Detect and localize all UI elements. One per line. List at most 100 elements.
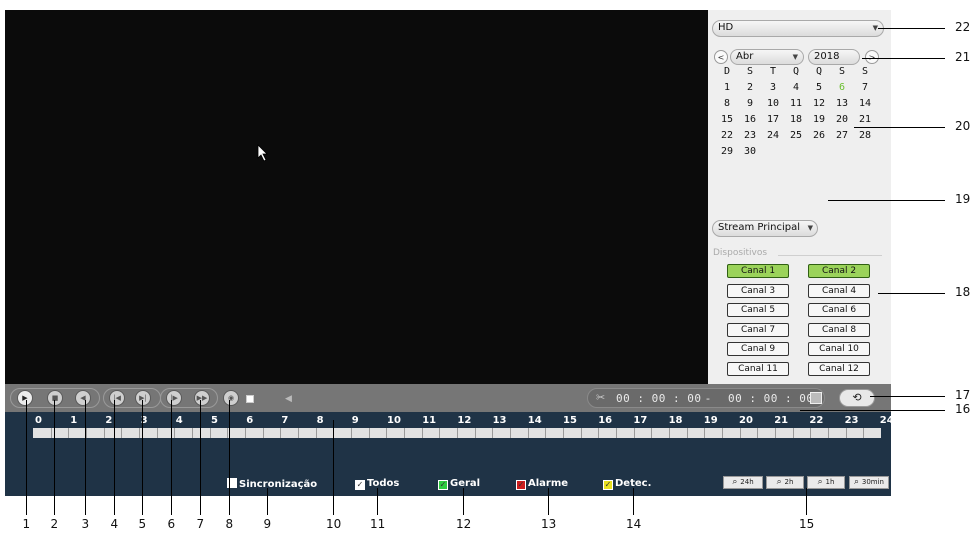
channel-button[interactable]: Canal 2 [808, 264, 870, 278]
callout-line [878, 28, 945, 29]
calendar-day[interactable]: 23 [739, 130, 761, 141]
sync-filter[interactable]: Sincronização [227, 478, 317, 490]
timeline-segment [121, 428, 123, 438]
timeline-segment [722, 428, 723, 438]
timeline-segment [828, 428, 829, 438]
checkmark-icon[interactable]: ✓ [438, 480, 448, 490]
reverse-play-button[interactable]: ◀ [75, 390, 91, 406]
calendar-day[interactable]: 25 [785, 130, 807, 141]
channel-button[interactable]: Canal 10 [808, 342, 870, 356]
year-select[interactable]: 2018 [808, 49, 860, 65]
calendar-day[interactable]: 21 [854, 114, 876, 125]
channel-button[interactable]: Canal 3 [727, 283, 789, 298]
calendar-day[interactable]: 20 [831, 114, 853, 125]
callout-line [200, 400, 201, 515]
timeline-track[interactable] [33, 428, 881, 438]
fast-play-button[interactable]: ▶▶ [194, 390, 210, 406]
calendar-day[interactable]: 17 [762, 114, 784, 125]
channel-button[interactable]: Canal 11 [727, 361, 789, 376]
timeline-segment [280, 428, 282, 438]
calendar-day[interactable]: 10 [762, 98, 784, 109]
timeline-hour-label: 10 [387, 415, 401, 426]
calendar-day[interactable]: 12 [808, 98, 830, 109]
callout-line [377, 488, 378, 515]
calendar-day[interactable]: 22 [716, 130, 738, 141]
calendar-day[interactable]: 2 [739, 82, 761, 93]
quality-select[interactable]: HD ▼ [712, 20, 884, 37]
checkmark-icon[interactable]: ✓ [516, 480, 526, 490]
timeline-hour-label: 0 [35, 415, 42, 426]
calendar-day[interactable]: 29 [716, 146, 738, 157]
month-select[interactable]: Abr ▼ [730, 49, 804, 65]
calendar-day[interactable]: 26 [808, 130, 830, 141]
refresh-button[interactable]: ⟲ [839, 389, 875, 407]
calendar-day[interactable]: 16 [739, 114, 761, 125]
callout-number: 2 [50, 517, 59, 531]
callout-line [854, 127, 945, 128]
general-filter[interactable]: ✓ Geral [438, 478, 480, 490]
calendar-day[interactable]: 24 [762, 130, 784, 141]
prev-month-button[interactable]: < [714, 50, 728, 64]
zoom-button[interactable]: ⌕ 24h [723, 476, 763, 489]
timeline-segment [86, 428, 87, 438]
smart-search-button[interactable]: ◉ [223, 390, 239, 406]
calendar-day[interactable]: 4 [785, 82, 807, 93]
timeline-segment [103, 428, 105, 438]
channel-button[interactable]: Canal 12 [808, 361, 870, 376]
calendar-day[interactable]: 7 [854, 82, 876, 93]
callout-line [828, 200, 945, 201]
channel-button[interactable]: Canal 6 [808, 303, 870, 317]
channel-button[interactable]: Canal 1 [727, 264, 789, 278]
previous-frame-button[interactable]: |◀ [109, 390, 125, 406]
calendar-day[interactable]: 13 [831, 98, 853, 109]
calendar-day[interactable]: 6 [831, 82, 853, 93]
slow-play-button[interactable]: |▶ [166, 390, 182, 406]
zoom-button[interactable]: ⌕ 30min [849, 476, 889, 489]
calendar-day[interactable]: 28 [854, 130, 876, 141]
timeline-segment [686, 428, 688, 438]
calendar-day[interactable]: 8 [716, 98, 738, 109]
stream-select[interactable]: Stream Principal ▼ [712, 220, 818, 237]
alarm-filter[interactable]: ✓ Alarme [516, 478, 568, 490]
channel-button[interactable]: Canal 7 [727, 322, 789, 337]
calendar-day[interactable]: 3 [762, 82, 784, 93]
zoom-button[interactable]: ⌕ 1h [807, 476, 845, 489]
calendar-day[interactable]: 1 [716, 82, 738, 93]
calendar-day[interactable]: 14 [854, 98, 876, 109]
calendar-day[interactable]: 19 [808, 114, 830, 125]
timeline-segment [510, 428, 511, 438]
timeline-segment [792, 428, 794, 438]
fullscreen-icon[interactable] [246, 395, 254, 403]
timeline-segment [262, 428, 264, 438]
channel-button[interactable]: Canal 9 [727, 342, 789, 356]
timeline-segment [421, 428, 423, 438]
timeline-hour-label: 16 [598, 415, 613, 426]
callout-line [26, 400, 27, 515]
timeline-hour-label: 18 [668, 415, 683, 426]
next-frame-button[interactable]: ▶| [135, 390, 151, 406]
checkmark-icon[interactable]: ✓ [603, 480, 613, 490]
channel-button[interactable]: Canal 8 [808, 322, 870, 337]
calendar-day[interactable]: 9 [739, 98, 761, 109]
magnifier-icon: ⌕ [853, 477, 862, 487]
checkmark-icon[interactable]: ✓ [355, 480, 365, 490]
save-icon[interactable] [810, 392, 822, 404]
calendar-day[interactable]: 5 [808, 82, 830, 93]
speaker-icon[interactable]: ◀ [285, 394, 292, 404]
zoom-button[interactable]: ⌕ 2h [766, 476, 804, 489]
callout-line [54, 400, 55, 515]
channel-button[interactable]: Canal 4 [808, 283, 870, 298]
clip-icon[interactable]: ✂ [596, 391, 605, 404]
calendar-day[interactable]: 27 [831, 130, 853, 141]
play-button[interactable]: ▶ [17, 390, 33, 406]
stop-button[interactable]: ■ [47, 390, 63, 406]
calendar-day[interactable]: 30 [739, 146, 761, 157]
next-month-button[interactable]: > [865, 50, 879, 64]
calendar-day[interactable]: 15 [716, 114, 738, 125]
calendar-day[interactable]: 18 [785, 114, 807, 125]
channel-button[interactable]: Canal 5 [727, 303, 789, 317]
video-playback-area[interactable] [5, 10, 708, 384]
calendar-day[interactable]: 11 [785, 98, 807, 109]
timeline-hour-label: 24 [879, 415, 894, 426]
detect-filter[interactable]: ✓ Detec. [603, 478, 651, 490]
